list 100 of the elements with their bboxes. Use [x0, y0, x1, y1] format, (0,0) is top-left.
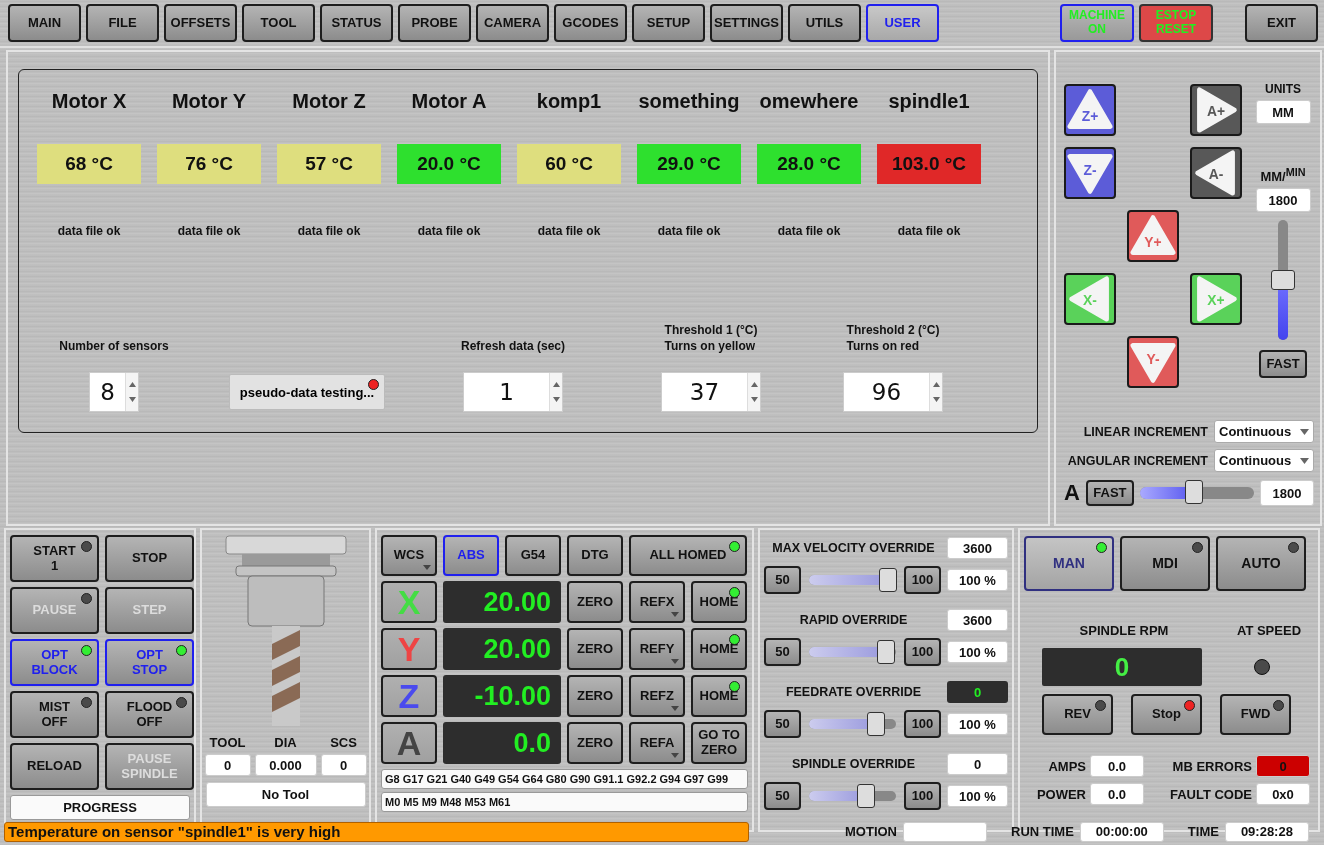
temperature-reading: 76 °C: [157, 144, 261, 184]
spin-field[interactable]: 1: [463, 372, 563, 412]
tab[interactable]: GCODES: [554, 4, 627, 42]
spindle-button[interactable]: Stop: [1131, 694, 1202, 735]
exit-button[interactable]: EXIT: [1245, 4, 1318, 42]
zero-button[interactable]: ZERO: [567, 628, 623, 670]
fast-button[interactable]: FAST: [1085, 480, 1134, 506]
setting-label: Refresh data (sec): [460, 338, 565, 354]
program-button[interactable]: OPT BLOCK: [10, 639, 99, 686]
tab[interactable]: STATUS: [320, 4, 393, 42]
spindle-button[interactable]: REV: [1042, 694, 1113, 735]
dro-mode-button[interactable]: DTG: [567, 535, 623, 576]
tab[interactable]: PROBE: [398, 4, 471, 42]
dro-mode-button[interactable]: WCS: [381, 535, 437, 576]
axis-position-readout: 20.00: [443, 581, 561, 623]
tab[interactable]: MAIN: [8, 4, 81, 42]
preset-button[interactable]: 100: [904, 782, 941, 810]
ref-button[interactable]: REFA: [629, 722, 685, 764]
increment-dropdown[interactable]: Continuous: [1214, 420, 1314, 443]
slider-thumb[interactable]: [877, 640, 896, 664]
jog-button[interactable]: Z+: [1064, 84, 1116, 136]
override-value: 0: [947, 681, 1008, 703]
dropdown-caret-icon[interactable]: [1300, 457, 1309, 464]
motion-label: MOTION: [845, 824, 897, 839]
sensor-name: Motor X: [51, 90, 127, 114]
tab[interactable]: SETTINGS: [710, 4, 783, 42]
preset-button[interactable]: 100: [904, 638, 941, 666]
home-button[interactable]: GO TO ZERO: [691, 722, 747, 764]
sensor-status: data file ok: [777, 224, 841, 238]
preset-button[interactable]: 50: [764, 710, 801, 738]
dro-mode-button[interactable]: G54: [505, 535, 561, 576]
fast-button[interactable]: FAST: [1259, 350, 1307, 379]
temperature-reading: 29.0 °C: [637, 144, 741, 184]
temperature-reading: 103.0 °C: [877, 144, 981, 184]
tool-field: 0.000: [254, 754, 317, 776]
slider-thumb[interactable]: [879, 568, 898, 592]
override-value: 3600: [947, 537, 1008, 559]
program-button[interactable]: OPT STOP: [105, 639, 194, 686]
tab[interactable]: USER: [866, 4, 939, 42]
rate-field[interactable]: 1800: [1255, 188, 1311, 213]
ref-button[interactable]: REFZ: [629, 675, 685, 717]
setting-label: Threshold 1 (°C) Turns on yellow: [664, 322, 758, 354]
home-button[interactable]: HOME: [691, 628, 747, 670]
jog-button[interactable]: Z-: [1064, 147, 1116, 199]
preset-button[interactable]: 50: [764, 638, 801, 666]
preset-button[interactable]: 50: [764, 566, 801, 594]
jog-button[interactable]: A-: [1190, 147, 1242, 199]
zero-button[interactable]: ZERO: [567, 722, 623, 764]
tool-field: 0: [320, 754, 367, 776]
home-button[interactable]: HOME: [691, 675, 747, 717]
caret-icon: [671, 753, 679, 758]
slider-thumb[interactable]: [1271, 270, 1295, 291]
readout-label: FAULT CODE: [1169, 786, 1252, 802]
preset-button[interactable]: 100: [904, 710, 941, 738]
slider-thumb[interactable]: [857, 784, 876, 808]
pseudo-data-button[interactable]: pseudo-data testing...: [228, 374, 386, 410]
readout-field: 0x0: [1256, 783, 1310, 805]
zero-button[interactable]: ZERO: [567, 675, 623, 717]
spin-field[interactable]: 96: [843, 372, 943, 412]
program-button[interactable]: MIST OFF: [10, 691, 99, 738]
jog-button[interactable]: A+: [1190, 84, 1242, 136]
slider-thumb[interactable]: [866, 712, 885, 736]
tab[interactable]: TOOL: [242, 4, 315, 42]
program-button[interactable]: RELOAD: [10, 743, 99, 790]
preset-button[interactable]: 100: [904, 566, 941, 594]
tool-label: SCS: [330, 735, 357, 750]
home-button[interactable]: HOME: [691, 581, 747, 623]
mode-button[interactable]: MDI: [1120, 536, 1210, 591]
increment-dropdown[interactable]: Continuous: [1214, 449, 1314, 472]
dropdown-caret-icon[interactable]: [1300, 428, 1309, 435]
mode-button[interactable]: AUTO: [1216, 536, 1306, 591]
tab[interactable]: OFFSETS: [164, 4, 237, 42]
tab[interactable]: CAMERA: [476, 4, 549, 42]
spin-field[interactable]: 37: [661, 372, 761, 412]
zero-button[interactable]: ZERO: [567, 581, 623, 623]
program-button[interactable]: STOP: [105, 535, 194, 582]
mode-button[interactable]: MAN: [1024, 536, 1114, 591]
tab[interactable]: SETUP: [632, 4, 705, 42]
tab[interactable]: FILE: [86, 4, 159, 42]
rate-field[interactable]: 1800: [1260, 480, 1314, 506]
temperature-reading: 20.0 °C: [397, 144, 501, 184]
all-homed-button[interactable]: ALL HOMED: [629, 535, 747, 576]
ref-button[interactable]: REFX: [629, 581, 685, 623]
program-button[interactable]: FLOOD OFF: [105, 691, 194, 738]
units-field: MM: [1255, 100, 1311, 124]
program-button[interactable]: START 1: [10, 535, 99, 582]
status-field: 00:00:00: [1079, 821, 1164, 842]
caret-icon: [671, 659, 679, 664]
tab[interactable]: UTILS: [788, 4, 861, 42]
readout-label: MB ERRORS: [1172, 758, 1252, 774]
slider-thumb[interactable]: [1184, 480, 1203, 504]
axis-button[interactable]: A: [381, 722, 437, 764]
at-speed-label: AT SPEED: [1235, 623, 1303, 638]
readout-label: AMPS: [1048, 758, 1086, 774]
ref-button[interactable]: REFY: [629, 628, 685, 670]
status-message: Temperature on sensor "spindle1" is very high: [4, 821, 749, 842]
status-field: 09:28:28: [1224, 821, 1309, 842]
spin-field[interactable]: 8: [89, 372, 139, 412]
preset-button[interactable]: 50: [764, 782, 801, 810]
spindle-button[interactable]: FWD: [1220, 694, 1291, 735]
